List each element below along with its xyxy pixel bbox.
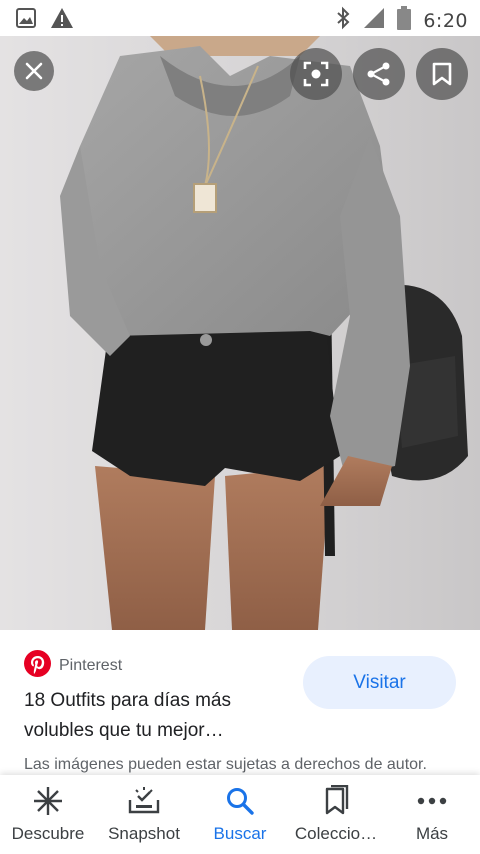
visit-button[interactable]: Visitar [303,656,456,709]
nav-label: Más [415,824,449,843]
nav-label: Snapshot [108,824,180,843]
close-icon [25,62,43,80]
copyright-notice: Las imágenes pueden estar sujetas a dere… [24,756,427,773]
nav-collections[interactable]: Coleccio… [288,775,384,854]
bookmark-icon [432,62,452,86]
more-icon [416,785,448,817]
source-row[interactable]: Pinterest [24,650,122,682]
pinterest-logo-icon [24,650,51,682]
nav-search[interactable]: Buscar [192,775,288,854]
signal-icon [363,7,385,34]
gallery-icon [16,8,36,33]
screen: 6:20 Pinterest 18 Outfits para días más … [0,0,480,854]
outfit-photo [0,36,480,630]
bluetooth-icon [335,6,351,35]
battery-icon [397,6,412,35]
save-button[interactable] [416,48,468,100]
warning-icon [50,7,74,34]
result-title[interactable]: 18 Outfits para días más volubles que tu… [24,686,294,746]
status-bar: 6:20 [0,0,480,36]
close-button[interactable] [14,51,54,91]
lens-button[interactable] [290,48,342,100]
nav-label: Coleccio… [294,824,378,843]
search-icon [224,785,256,817]
result-info-panel: Pinterest 18 Outfits para días más volub… [0,630,480,775]
source-name: Pinterest [59,657,123,674]
status-right: 6:20 [335,6,468,35]
lens-icon [303,61,329,87]
nav-snapshot[interactable]: Snapshot [96,775,192,854]
result-image[interactable] [0,36,480,630]
nav-discover[interactable]: Descubre [0,775,96,854]
status-time: 6:20 [423,9,468,32]
nav-more[interactable]: Más [384,775,480,854]
bottom-nav: Descubre Snapshot Buscar Coleccio… Más [0,775,480,854]
snapshot-icon [128,785,160,817]
nav-label: Descubre [11,824,85,843]
asterisk-icon [32,785,64,817]
collections-icon [320,785,352,817]
status-left [16,7,74,34]
share-icon [367,62,390,86]
nav-label: Buscar [213,824,267,843]
share-button[interactable] [353,48,405,100]
